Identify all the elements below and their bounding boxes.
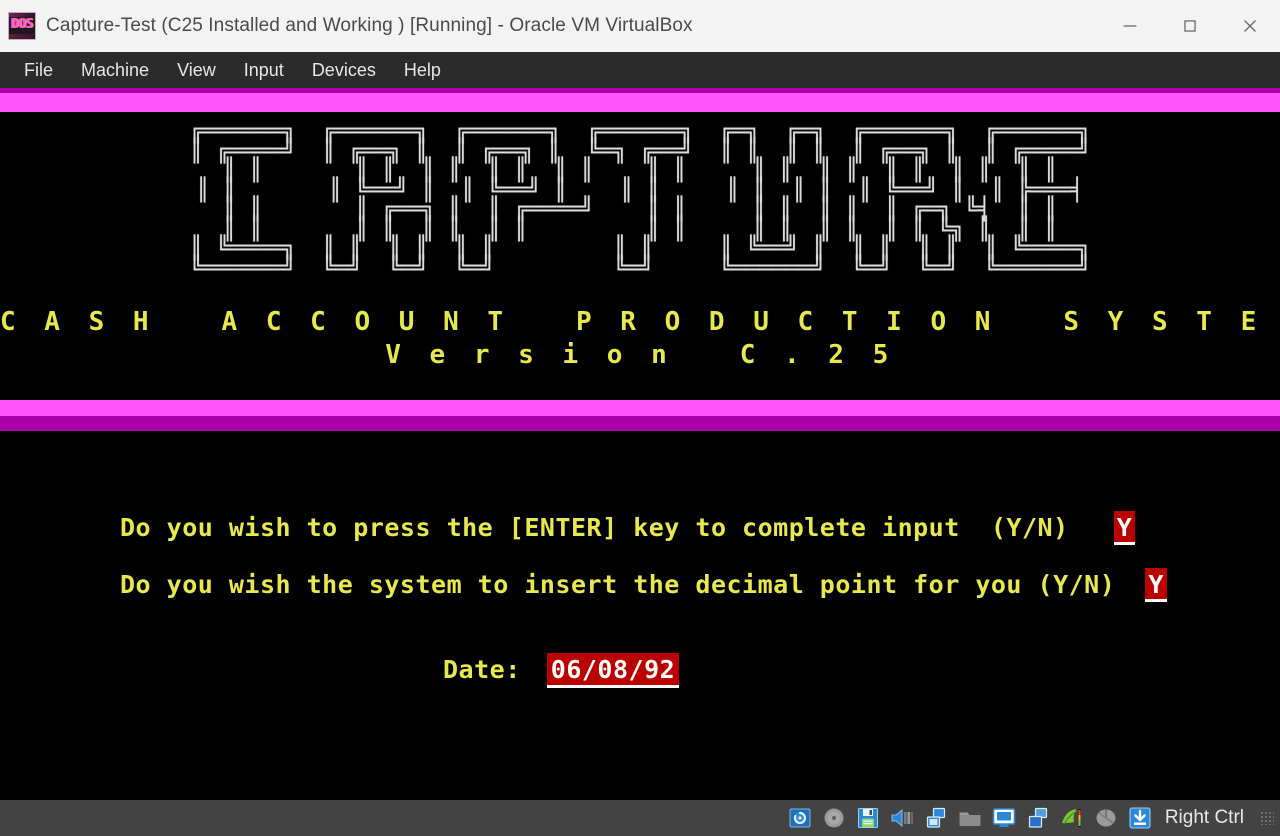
ascii-line-7: ╚══════╝ ╚═╝ ╚═╝ ╚═╝ ╚═╝ ╚══════╝ ╚═╝ ╚═… [189, 255, 1091, 281]
network-icon[interactable] [923, 805, 949, 831]
bottom-magenta-dark-bar [0, 416, 1280, 431]
dos-app-icon-text: DOS [11, 17, 33, 32]
dos-app-icon: DOS [8, 12, 36, 40]
hard-disk-icon[interactable] [787, 805, 813, 831]
maximize-icon[interactable] [1160, 0, 1220, 52]
virtualbox-window: DOS Capture-Test (C25 Installed and Work… [0, 0, 1280, 836]
date-label: Date: [443, 655, 521, 684]
date-input[interactable]: 06/08/92 [546, 653, 680, 688]
display-icon[interactable] [991, 805, 1017, 831]
close-icon[interactable] [1220, 0, 1280, 52]
prompt-decimal-point-row: Do you wish the system to insert the dec… [120, 568, 1167, 602]
vm-display[interactable]: ╔══════╗ ╔══════╗ ╔══════╗ ╔══════╗ ╔═╗ … [0, 88, 1280, 800]
window-controls [1100, 0, 1280, 52]
optical-disc-icon[interactable] [821, 805, 847, 831]
top-magenta-bright-bar [0, 93, 1280, 112]
menu-item-machine[interactable]: Machine [67, 57, 163, 84]
menu-item-input[interactable]: Input [230, 57, 298, 84]
prompt-enter-key-row: Do you wish to press the [ENTER] key to … [120, 511, 1136, 545]
video-capture-icon[interactable] [1059, 805, 1085, 831]
menu-item-file[interactable]: File [10, 57, 67, 84]
menu-item-devices[interactable]: Devices [298, 57, 390, 84]
prompt-enter-key-field[interactable]: Y [1113, 511, 1136, 545]
menubar: File Machine View Input Devices Help [0, 52, 1280, 88]
minimize-icon[interactable] [1100, 0, 1160, 52]
host-key-label: Right Ctrl [1164, 807, 1244, 828]
window-title: Capture-Test (C25 Installed and Working … [46, 15, 693, 36]
prompt-enter-key-text: Do you wish to press the [ENTER] key to … [120, 513, 1069, 542]
version-label: V e r s i o n C . 2 5 [385, 340, 895, 370]
shared-folders-icon[interactable] [957, 805, 983, 831]
capture-ascii-logo: ╔══════╗ ╔══════╗ ╔══════╗ ╔══════╗ ╔═╗ … [0, 121, 1280, 281]
mouse-icon[interactable] [1093, 805, 1119, 831]
date-row: Date: 06/08/92 [443, 653, 680, 688]
usb-icon[interactable] [1025, 805, 1051, 831]
menu-item-help[interactable]: Help [390, 57, 455, 84]
prompt-decimal-point-field[interactable]: Y [1145, 568, 1167, 602]
bottom-magenta-bright-bar [0, 400, 1280, 416]
vm-statusbar: Right Ctrl [0, 800, 1280, 836]
resize-grip[interactable] [1260, 811, 1274, 825]
window-titlebar[interactable]: DOS Capture-Test (C25 Installed and Work… [0, 0, 1280, 52]
prompt-decimal-point-text: Do you wish the system to insert the dec… [120, 570, 1116, 599]
host-key-icon[interactable] [1127, 805, 1153, 831]
menu-item-view[interactable]: View [163, 57, 230, 84]
system-tagline: C A S H A C C O U N T P R O D U C T I O … [0, 307, 1280, 337]
audio-icon[interactable] [889, 805, 915, 831]
floppy-disk-icon[interactable] [855, 805, 881, 831]
